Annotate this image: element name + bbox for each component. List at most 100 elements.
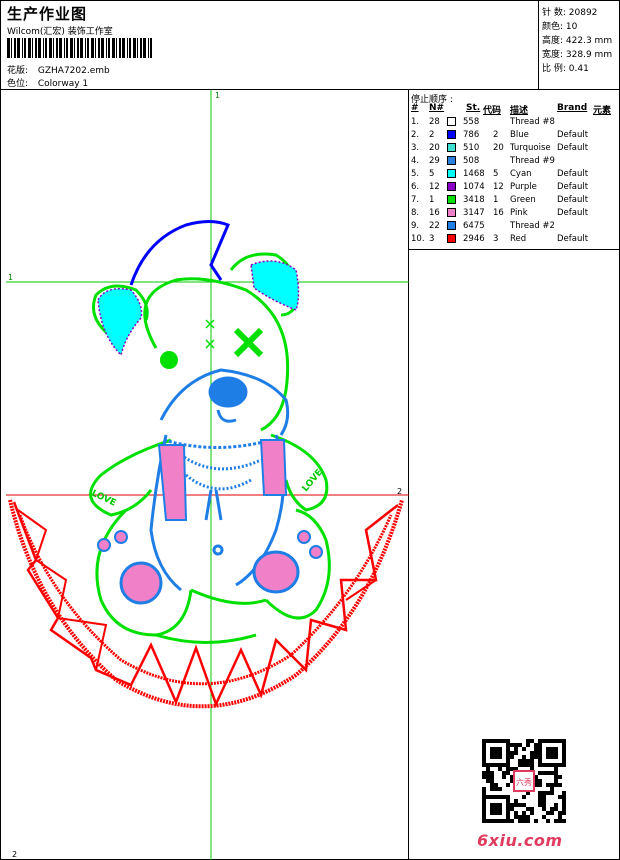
barcode-bar bbox=[129, 38, 131, 58]
stat-label: 宽度: bbox=[542, 50, 564, 60]
qr-module bbox=[490, 739, 494, 743]
qr-module bbox=[562, 763, 566, 767]
qr-module bbox=[550, 751, 554, 755]
qr-module bbox=[554, 755, 558, 759]
row-needle: 28 bbox=[429, 117, 440, 127]
worksheet-header: 生产作业图 Wilcom(汇宏) 装饰工作室 花版: GZHA7202.emb … bbox=[1, 1, 620, 90]
row-code: 20 bbox=[493, 143, 504, 153]
qr-module bbox=[498, 747, 502, 751]
qr-module bbox=[482, 787, 486, 791]
qr-module bbox=[522, 811, 526, 815]
qr-module bbox=[486, 819, 490, 823]
qr-module bbox=[546, 819, 550, 823]
row-brand: Default bbox=[557, 143, 589, 153]
stat-label: 比 例: bbox=[542, 64, 566, 74]
qr-module bbox=[482, 775, 486, 779]
qr-module bbox=[562, 751, 566, 755]
qr-module bbox=[542, 799, 546, 803]
barcode-bar bbox=[14, 38, 16, 58]
qr-module bbox=[482, 771, 486, 775]
qr-module bbox=[554, 803, 558, 807]
barcode-bar bbox=[56, 38, 58, 58]
barcode-bar bbox=[11, 38, 12, 58]
qr-module bbox=[554, 819, 558, 823]
row-code: 5 bbox=[493, 169, 499, 179]
barcode-bar bbox=[66, 38, 68, 58]
barcode-bar bbox=[108, 38, 110, 58]
worksheet-subtitle: Wilcom(汇宏) 装饰工作室 bbox=[7, 27, 113, 37]
qr-module bbox=[482, 751, 486, 755]
qr-module bbox=[562, 747, 566, 751]
qr-module bbox=[546, 755, 550, 759]
row-code: 16 bbox=[493, 208, 504, 218]
barcode-bar bbox=[112, 38, 115, 58]
red-hammock bbox=[8, 499, 404, 709]
qr-module bbox=[482, 763, 486, 767]
color-swatch bbox=[447, 117, 456, 126]
barcode-bar bbox=[17, 38, 20, 58]
qr-module bbox=[554, 779, 558, 783]
row-stitches: 3147 bbox=[463, 208, 485, 218]
qr-module bbox=[546, 811, 550, 815]
col-code: 代码 bbox=[483, 106, 502, 116]
row-needle: 5 bbox=[429, 169, 435, 179]
col-stitches: St. bbox=[466, 103, 481, 113]
qr-module bbox=[506, 755, 510, 759]
qr-module bbox=[482, 739, 486, 743]
qr-module bbox=[538, 791, 542, 795]
stop-sequence-panel: 停止顺序 : # N# St. 代码 描述 Brand 元素 1. 28 558 Th… bbox=[409, 90, 620, 250]
qr-module bbox=[482, 803, 486, 807]
stat-label: 颜色: bbox=[542, 22, 564, 32]
qr-module bbox=[510, 819, 514, 823]
file-info: 花版: GZHA7202.emb bbox=[7, 63, 110, 76]
qr-module bbox=[550, 771, 554, 775]
qr-module bbox=[490, 771, 494, 775]
barcode-bar bbox=[148, 38, 149, 58]
qr-module bbox=[494, 783, 498, 787]
row-description: Turquoise bbox=[510, 143, 551, 153]
qr-module bbox=[498, 807, 502, 811]
qr-module bbox=[542, 763, 546, 767]
barcode-bar bbox=[116, 38, 117, 58]
qr-module bbox=[498, 803, 502, 807]
stat-label: 针 数: bbox=[542, 8, 566, 18]
barcode-bar bbox=[87, 38, 89, 58]
qr-module bbox=[538, 783, 542, 787]
qr-module bbox=[522, 819, 526, 823]
qr-module bbox=[534, 751, 538, 755]
row-brand: Default bbox=[557, 169, 589, 179]
qr-module bbox=[546, 783, 550, 787]
bear-vest-left bbox=[157, 444, 188, 521]
barcode-bar bbox=[95, 38, 96, 58]
barcode-icon bbox=[7, 38, 152, 58]
color-swatch bbox=[447, 208, 456, 217]
qr-module bbox=[494, 787, 498, 791]
qr-module bbox=[506, 807, 510, 811]
row-description: Red bbox=[510, 234, 527, 244]
love-text-left: LOVE bbox=[90, 489, 118, 509]
qr-module bbox=[506, 767, 510, 771]
qr-module bbox=[494, 763, 498, 767]
qr-module bbox=[510, 755, 514, 759]
qr-module bbox=[518, 763, 522, 767]
qr-module bbox=[506, 803, 510, 807]
qr-module bbox=[522, 795, 526, 799]
barcode-bar bbox=[22, 38, 23, 58]
barcode-bar bbox=[70, 38, 73, 58]
row-index: 1. bbox=[411, 117, 420, 127]
qr-module bbox=[506, 739, 510, 743]
qr-module bbox=[562, 743, 566, 747]
colorway-info: 色位: Colorway 1 bbox=[7, 76, 88, 89]
col-num: # bbox=[411, 103, 419, 113]
qr-module bbox=[550, 747, 554, 751]
row-needle: 20 bbox=[429, 143, 440, 153]
barcode-bar bbox=[59, 38, 62, 58]
barcode-bar bbox=[32, 38, 33, 58]
stat-value: 0.41 bbox=[568, 64, 589, 74]
embroidery-drawing: 1 1 2 2 LOVE LOVE bbox=[6, 90, 409, 860]
qr-module bbox=[486, 775, 490, 779]
qr-module bbox=[510, 743, 514, 747]
bear-stitches bbox=[205, 319, 215, 349]
qr-module bbox=[486, 771, 490, 775]
qr-module bbox=[490, 819, 494, 823]
